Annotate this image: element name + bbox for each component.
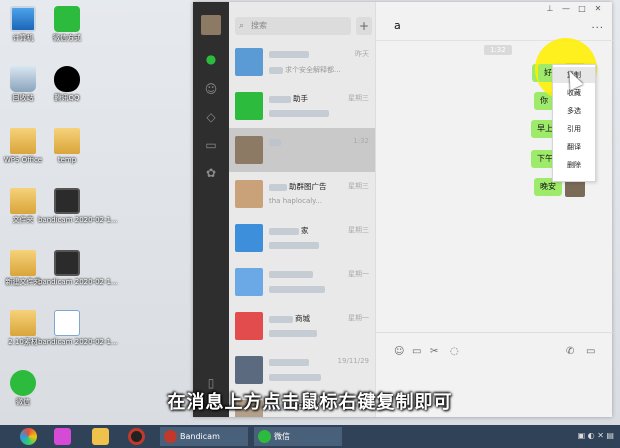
folder-icon[interactable]: ▭ [412, 346, 421, 357]
list-item[interactable]: 助手 星期三 [229, 84, 375, 128]
chat-icon[interactable]: ● [204, 52, 218, 66]
wechat-app-icon [54, 6, 80, 32]
avatar [235, 268, 263, 296]
pin-icon[interactable]: ⊥ [542, 4, 558, 13]
desktop-icon-temp[interactable]: temp [38, 128, 96, 165]
menu-item-translate[interactable]: 翻译 [553, 139, 595, 155]
screenshot-icon[interactable]: ✂ [430, 346, 438, 357]
avatar [235, 48, 263, 76]
list-item[interactable]: 求个安全解释都... 昨天 [229, 40, 375, 84]
video-file-icon [54, 250, 80, 276]
mp4-file-icon [54, 310, 80, 336]
folder-icon [54, 128, 80, 154]
search-input[interactable]: ⌕ 搜索 [235, 17, 351, 35]
taskbar-item-wechat[interactable]: 微信 [254, 427, 342, 446]
desktop-icon-wechat-shortcut[interactable]: 微信方式 [38, 6, 96, 43]
avatar [235, 180, 263, 208]
menu-item-multiselect[interactable]: 多选 [553, 103, 595, 119]
search-icon: ⌕ [239, 21, 245, 31]
contacts-icon[interactable]: ☺ [204, 82, 218, 96]
files-icon[interactable]: ▭ [204, 138, 218, 152]
divider [376, 332, 613, 333]
folder-icon [10, 188, 36, 214]
window-controls: ⊥ — □ ✕ [542, 4, 606, 13]
moments-icon[interactable]: ✿ [204, 166, 218, 180]
desktop-icon-bandicam-2[interactable]: bandicam 2020-02-1... [38, 250, 118, 287]
avatar [235, 356, 263, 384]
bandicam-icon [164, 430, 177, 443]
maximize-icon[interactable]: □ [574, 4, 590, 13]
close-icon[interactable]: ✕ [590, 4, 606, 13]
wechat-sidebar: ● ☺ ◇ ▭ ✿ ▯ [193, 2, 229, 417]
favorites-icon[interactable]: ◇ [204, 110, 218, 124]
more-options-button[interactable]: ... [591, 20, 604, 31]
avatar [235, 136, 263, 164]
avatar [235, 224, 263, 252]
avatar [235, 312, 263, 340]
menu-item-quote[interactable]: 引用 [553, 121, 595, 137]
list-item[interactable]: 19/11/29 [229, 348, 375, 392]
list-item[interactable]: 商城 星期一 [229, 304, 375, 348]
list-item[interactable]: 助群图广告 tha haplocaly... 星期三 [229, 172, 375, 216]
folder-icon [10, 250, 36, 276]
avatar [235, 92, 263, 120]
taskbar: Bandicam 微信 ▣ ◐ ✕ ▤ [0, 425, 620, 448]
video-file-icon [54, 188, 80, 214]
video-call-icon[interactable]: ▭ [586, 346, 595, 357]
timestamp: 1:32 [484, 45, 512, 55]
app-icon[interactable] [54, 428, 71, 445]
menu-item-delete[interactable]: 删除 [553, 157, 595, 173]
avatar[interactable] [201, 15, 221, 35]
taskbar-item-bandicam[interactable]: Bandicam [160, 427, 248, 446]
start-icon[interactable] [20, 428, 37, 445]
subtitle-caption: 在消息上方点击鼠标右键复制即可 [167, 392, 453, 413]
desktop-icon-bandicam-1[interactable]: bandicam 2020-02-1... [38, 188, 118, 225]
chat-title: a [394, 19, 401, 32]
list-item-selected[interactable]: 1:32 [229, 128, 375, 172]
minimize-icon[interactable]: — [558, 4, 574, 13]
list-item[interactable]: 星期一 [229, 260, 375, 304]
conversation-list: ⌕ 搜索 + 求个安全解释都... 昨天 助手 星期三 1:32 助群图广告 t… [229, 2, 375, 417]
chat-history-icon[interactable]: ◌ [450, 346, 459, 357]
qq-penguin-icon [54, 66, 80, 92]
record-icon[interactable] [128, 428, 145, 445]
voice-call-icon[interactable]: ✆ [566, 346, 574, 357]
desktop-icon-qq[interactable]: 腾讯QQ [38, 66, 96, 103]
add-button[interactable]: + [356, 17, 372, 35]
folder-icon [10, 310, 36, 336]
emoji-icon[interactable]: ☺ [394, 346, 404, 357]
desktop-icon-bandicam-mp4[interactable]: bandicam 2020-02-1... [38, 310, 118, 347]
recycle-bin-icon [10, 66, 36, 92]
wechat-icon [258, 430, 271, 443]
list-item[interactable]: 家 星期三 [229, 216, 375, 260]
system-tray[interactable]: ▣ ◐ ✕ ▤ [578, 431, 614, 440]
computer-icon [10, 6, 36, 32]
folder-icon [10, 128, 36, 154]
file-explorer-icon[interactable] [92, 428, 109, 445]
